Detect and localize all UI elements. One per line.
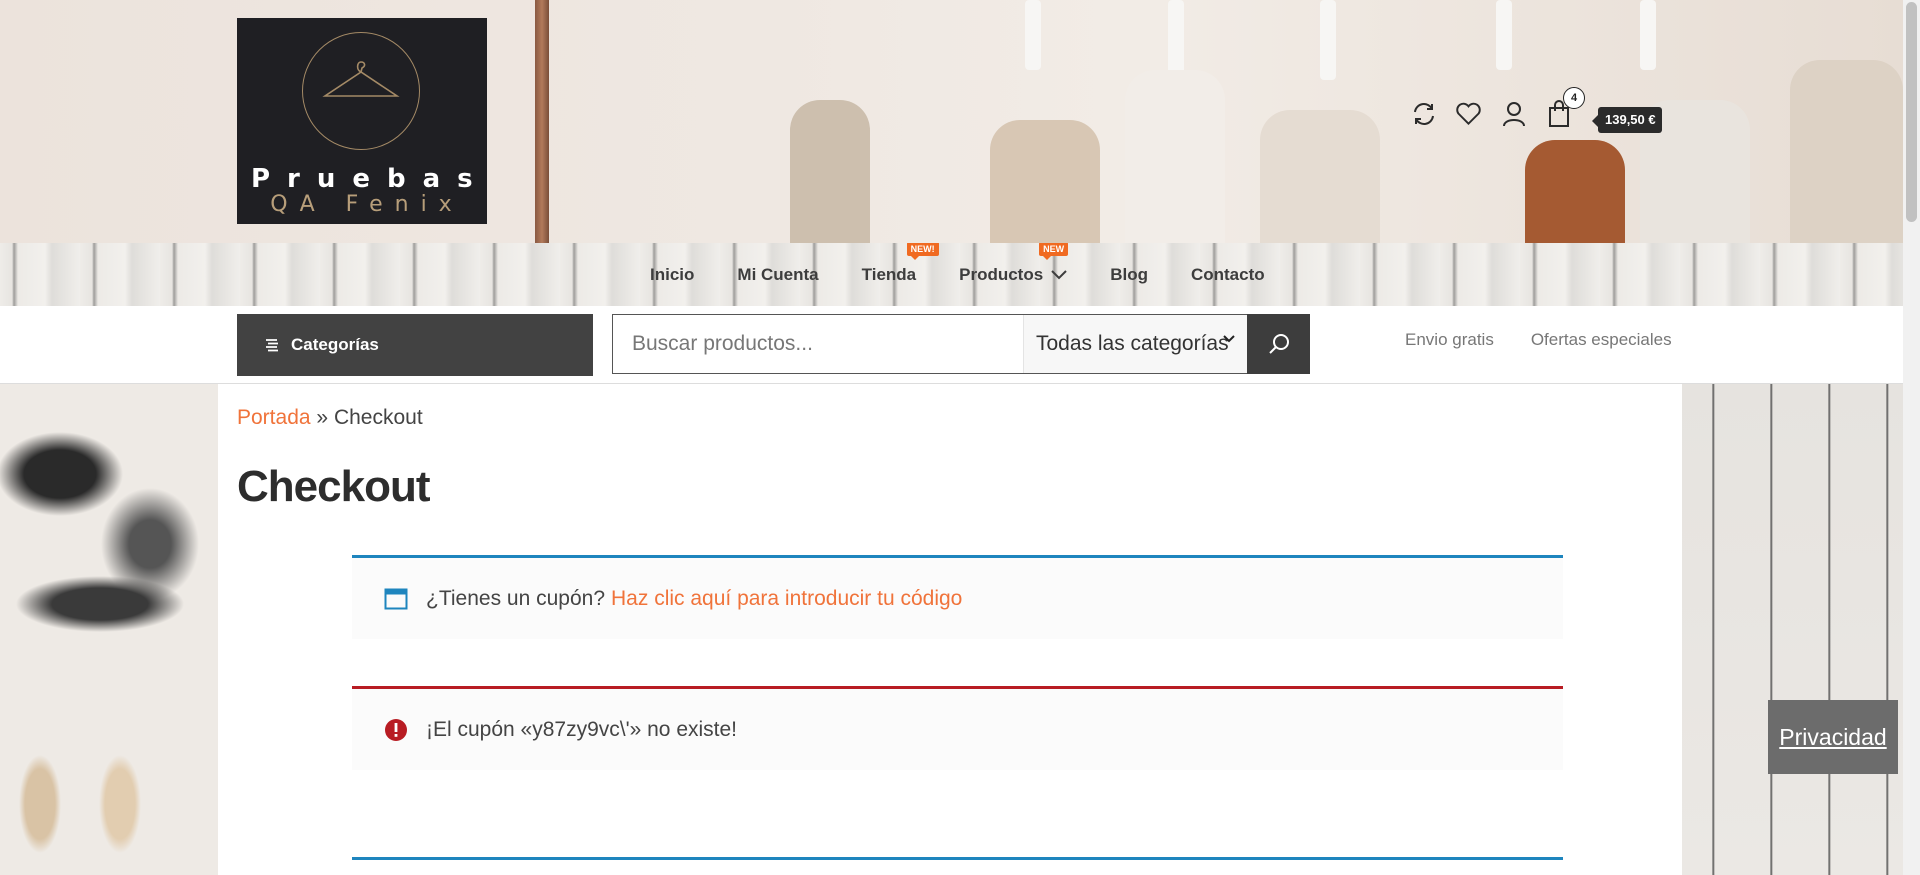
- product-search-form: Todas las categorías: [612, 314, 1310, 374]
- error-alert-icon: [384, 718, 408, 742]
- nav-label: Blog: [1110, 264, 1148, 284]
- site-logo[interactable]: Pruebas QA Fenix: [237, 18, 487, 224]
- privacy-label: Privacidad: [1779, 723, 1887, 750]
- chevron-down-icon: [1223, 335, 1235, 343]
- breadcrumb: Portada » Checkout: [237, 406, 423, 430]
- nav-item-tienda[interactable]: Tienda NEW!: [861, 243, 939, 285]
- special-offers-link[interactable]: Ofertas especiales: [1531, 330, 1672, 350]
- nav-label: Productos: [959, 264, 1044, 284]
- garment-decoration: [790, 100, 870, 243]
- nav-label: Mi Cuenta: [737, 264, 819, 284]
- breadcrumb-current: Checkout: [333, 406, 423, 429]
- hanger-decoration: [1640, 0, 1656, 70]
- category-select[interactable]: Todas las categorías: [1023, 315, 1247, 373]
- wishlist-heart-icon[interactable]: [1455, 100, 1482, 127]
- show-coupon-link[interactable]: Haz clic aquí para introducir tu código: [611, 587, 962, 611]
- hanger-decoration: [1320, 0, 1336, 80]
- new-badge: NEW: [1039, 243, 1069, 260]
- category-select-value: Todas las categorías: [1036, 332, 1229, 355]
- page-title: Checkout: [237, 462, 430, 511]
- search-bar-row: Categorías Todas las categorías Envio gr…: [0, 306, 1903, 384]
- nav-item-productos[interactable]: Productos NEW: [959, 243, 1069, 285]
- window-info-icon: [384, 587, 408, 611]
- page-scrollbar[interactable]: [1903, 0, 1920, 875]
- compare-icon[interactable]: [1410, 100, 1437, 127]
- logo-subtitle: QA Fenix: [270, 192, 464, 217]
- background-image-left: [0, 384, 218, 875]
- garment-decoration: [1260, 110, 1380, 243]
- free-shipping-link[interactable]: Envio gratis: [1405, 330, 1494, 350]
- nav-item-mi-cuenta[interactable]: Mi Cuenta: [737, 265, 818, 285]
- search-icon: [1268, 334, 1289, 354]
- hanger-decoration: [1168, 0, 1184, 80]
- promo-links: Envio gratis Ofertas especiales: [1405, 330, 1672, 350]
- coupon-info-notice: ¿Tienes un cupón? Haz clic aquí para int…: [352, 555, 1563, 639]
- background-image-right: [1682, 384, 1903, 875]
- breadcrumb-separator: »: [316, 406, 329, 429]
- categories-button[interactable]: Categorías: [237, 314, 593, 376]
- nav-label: Contacto: [1190, 264, 1265, 284]
- coupon-error-notice: ¡El cupón «y87zy9vc\'» no existe!: [352, 686, 1563, 770]
- search-input[interactable]: [613, 315, 1023, 373]
- main-navigation-bar: Inicio Mi Cuenta Tienda NEW! Productos N…: [0, 243, 1903, 306]
- checkout-content: Portada » Checkout Checkout ¿Tienes un c…: [218, 384, 1682, 875]
- search-button[interactable]: [1247, 314, 1310, 374]
- next-notice-border: [352, 857, 1563, 860]
- garment-decoration: [1125, 70, 1225, 243]
- menu-list-icon: [266, 339, 278, 352]
- hanger-logo-icon: [322, 61, 400, 97]
- nav-item-inicio[interactable]: Inicio: [650, 265, 694, 285]
- account-user-icon[interactable]: [1500, 100, 1527, 127]
- scrollbar-thumb[interactable]: [1906, 2, 1917, 222]
- coupon-question: ¿Tienes un cupón?: [426, 586, 606, 610]
- header-actions: 4: [1410, 87, 1585, 127]
- clothes-rack-rod: [535, 0, 549, 243]
- cart-bag-icon[interactable]: 4: [1545, 87, 1585, 127]
- categories-label: Categorías: [291, 335, 379, 354]
- nav-label: Inicio: [650, 264, 695, 284]
- breadcrumb-home-link[interactable]: Portada: [237, 406, 311, 429]
- cart-total[interactable]: 139,50 €: [1592, 107, 1662, 133]
- hanger-decoration: [1496, 0, 1512, 70]
- nav-label: Tienda: [861, 264, 917, 284]
- new-badge: NEW!: [906, 243, 939, 260]
- logo-title: Pruebas: [251, 164, 490, 194]
- cart-count-badge: 4: [1563, 87, 1585, 109]
- nav-item-contacto[interactable]: Contacto: [1191, 265, 1265, 285]
- garment-decoration: [1525, 140, 1625, 243]
- garment-decoration: [990, 120, 1100, 243]
- chevron-down-icon: [1051, 269, 1067, 279]
- nav-item-blog[interactable]: Blog: [1110, 265, 1148, 285]
- main-menu: Inicio Mi Cuenta Tienda NEW! Productos N…: [650, 243, 1308, 306]
- coupon-error-text: ¡El cupón «y87zy9vc\'» no existe!: [426, 717, 738, 741]
- privacy-button[interactable]: Privacidad: [1768, 700, 1898, 774]
- garment-decoration: [1790, 60, 1903, 243]
- hanger-decoration: [1025, 0, 1041, 70]
